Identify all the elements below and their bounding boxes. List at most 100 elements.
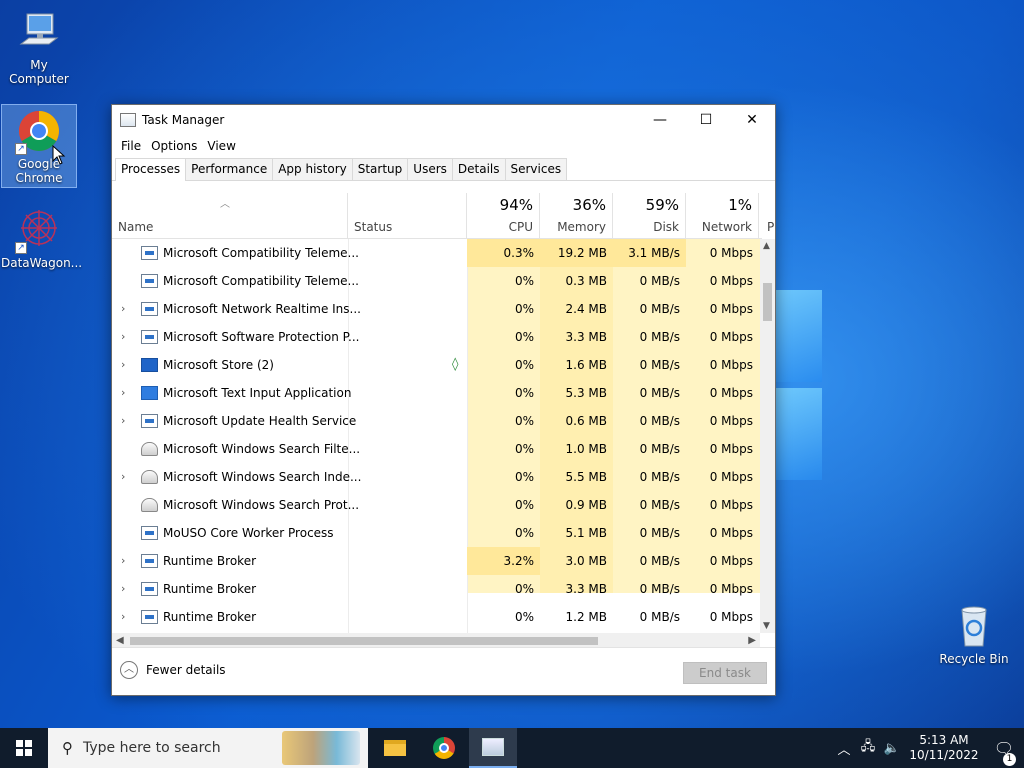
tab-startup[interactable]: Startup <box>351 158 409 180</box>
process-cpu: 0% <box>514 470 534 484</box>
tab-app-history[interactable]: App history <box>272 158 353 180</box>
maximize-button[interactable]: ☐ <box>683 105 729 135</box>
notification-button[interactable]: 🗨 1 <box>984 739 1024 766</box>
column-header-status[interactable]: Status <box>348 193 467 238</box>
taskbar-file-explorer[interactable] <box>371 728 419 768</box>
task-manager-window[interactable]: Task Manager — ☐ ✕ File Options View Pro… <box>111 104 776 696</box>
vertical-scroll-thumb[interactable] <box>763 283 772 321</box>
process-network: 0 Mbps <box>709 386 753 400</box>
desktop-icon-google-chrome[interactable]: ↗ Google Chrome <box>1 104 77 188</box>
column-header-network[interactable]: 1% Network <box>686 193 759 238</box>
fewer-details-button[interactable]: ︿ Fewer details <box>120 661 226 679</box>
process-disk: 0 MB/s <box>639 498 680 512</box>
column-header-power-partial[interactable]: P <box>759 193 775 238</box>
scroll-up-icon[interactable]: ▲ <box>763 241 770 251</box>
scroll-left-icon[interactable]: ◀ <box>116 633 124 648</box>
column-header-disk[interactable]: 59% Disk <box>613 193 686 238</box>
network-icon[interactable]: 🖧 <box>856 737 880 759</box>
process-row[interactable]: › Microsoft Network Realtime Ins... 0% 2.4 … <box>112 295 762 323</box>
process-row[interactable]: Microsoft Compatibility Teleme... 0.3% 19.… <box>112 239 762 267</box>
horizontal-scroll-thumb[interactable] <box>130 637 598 645</box>
process-name: Microsoft Software Protection P... <box>163 330 360 344</box>
process-row[interactable]: › Microsoft Store (2) ◊ 0% 1.6 MB 0 MB/s 0 Mbp… <box>112 351 762 379</box>
expand-chevron-icon[interactable]: › <box>121 603 125 631</box>
taskbar: ⚲ Type here to search ︿ 🖧 🔈 5:13 AM 10/1… <box>0 728 1024 768</box>
volume-icon[interactable]: 🔈 <box>880 741 904 756</box>
menu-view[interactable]: View <box>202 139 240 153</box>
process-cpu: 0% <box>514 302 534 316</box>
close-button[interactable]: ✕ <box>729 105 775 135</box>
desktop-icon-my-computer[interactable]: My Computer <box>1 8 77 86</box>
column-header-name[interactable]: ︿ Name <box>112 193 348 238</box>
menu-file[interactable]: File <box>116 139 146 153</box>
process-icon <box>141 526 158 540</box>
taskbar-chrome[interactable] <box>420 728 468 768</box>
process-memory: 0.9 MB <box>565 498 607 512</box>
scroll-right-icon[interactable]: ▶ <box>748 633 756 648</box>
process-name: Runtime Broker <box>163 582 257 596</box>
expand-chevron-icon[interactable]: › <box>121 547 125 575</box>
tab-processes[interactable]: Processes <box>115 158 187 181</box>
tab-details[interactable]: Details <box>451 158 506 180</box>
column-header-cpu[interactable]: 94% CPU <box>467 193 540 238</box>
task-manager-icon <box>120 113 136 127</box>
process-memory: 3.0 MB <box>565 554 607 568</box>
start-button[interactable] <box>0 728 48 768</box>
clock[interactable]: 5:13 AM 10/11/2022 <box>904 733 984 763</box>
footer: ︿ Fewer details End task <box>112 647 775 695</box>
process-row[interactable]: MoUSO Core Worker Process 0% 5.1 MB 0 MB/s 0… <box>112 519 762 547</box>
tab-performance[interactable]: Performance <box>185 158 274 180</box>
process-row[interactable]: › Microsoft Windows Search Inde... 0% 5.5 M… <box>112 463 762 491</box>
task-manager-icon <box>482 738 504 756</box>
desktop-icon-recycle-bin[interactable]: Recycle Bin <box>936 602 1012 666</box>
process-memory: 19.2 MB <box>540 239 613 267</box>
vertical-scrollbar[interactable]: ▲ ▼ <box>760 239 775 633</box>
menu-options[interactable]: Options <box>146 139 202 153</box>
minimize-button[interactable]: — <box>637 105 683 135</box>
chevron-up-icon[interactable]: ︿ <box>832 739 856 758</box>
process-row[interactable]: › Microsoft Text Input Application 0% 5.3 M… <box>112 379 762 407</box>
expand-chevron-icon[interactable]: › <box>121 323 125 351</box>
process-memory: 1.0 MB <box>565 442 607 456</box>
process-row[interactable]: › Runtime Broker 0% 3.3 MB 0 MB/s 0 Mbps <box>112 575 762 603</box>
process-row[interactable]: Microsoft Windows Search Prot... 0% 0.9 MB… <box>112 491 762 519</box>
recycle-bin-icon <box>950 602 998 650</box>
mouse-cursor-icon <box>52 145 66 165</box>
scroll-down-icon[interactable]: ▼ <box>763 621 770 631</box>
taskbar-search-box[interactable]: ⚲ Type here to search <box>48 728 368 768</box>
expand-chevron-icon[interactable]: › <box>121 379 125 407</box>
process-network: 0 Mbps <box>709 358 753 372</box>
column-header-memory[interactable]: 36% Memory <box>540 193 613 238</box>
process-row[interactable]: › Runtime Broker 0% 1.2 MB 0 MB/s 0 Mbps <box>112 603 762 631</box>
process-row[interactable]: › Microsoft Update Health Service 0% 0.6 MB… <box>112 407 762 435</box>
process-disk: 0 MB/s <box>639 554 680 568</box>
expand-chevron-icon[interactable]: › <box>121 351 125 379</box>
end-task-button[interactable]: End task <box>683 662 767 684</box>
title-bar[interactable]: Task Manager — ☐ ✕ <box>112 105 775 135</box>
process-cpu: 3.2% <box>467 547 540 575</box>
desktop-icon-datawagon[interactable]: ↗ DataWagon... <box>1 206 82 270</box>
process-disk: 0 MB/s <box>639 610 680 624</box>
process-memory: 0.3 MB <box>565 274 607 288</box>
expand-chevron-icon[interactable]: › <box>121 295 125 323</box>
process-row[interactable]: Microsoft Windows Search Filte... 0% 1.0 M… <box>112 435 762 463</box>
horizontal-scrollbar[interactable]: ◀ ▶ <box>112 633 760 648</box>
shortcut-arrow-icon: ↗ <box>15 242 27 254</box>
process-name: Microsoft Windows Search Inde... <box>163 470 362 484</box>
process-icon <box>141 358 158 372</box>
process-name: Runtime Broker <box>163 554 257 568</box>
process-row[interactable]: › Microsoft Software Protection P... 0% 3.3… <box>112 323 762 351</box>
process-row[interactable]: Microsoft Compatibility Teleme... 0% 0.3 M… <box>112 267 762 295</box>
process-grid: ︿ Name Status 94% CPU 36% Memory 59% Dis… <box>112 193 775 648</box>
process-row[interactable]: › Runtime Broker 3.2% 3.0 MB 0 MB/s 0 Mbps <box>112 547 762 575</box>
windows-logo-pane <box>776 290 822 382</box>
process-name: Microsoft Windows Search Prot... <box>163 498 360 512</box>
tab-services[interactable]: Services <box>504 158 568 180</box>
datawagon-icon: ↗ <box>15 206 63 254</box>
taskbar-task-manager[interactable] <box>469 728 517 768</box>
shortcut-arrow-icon: ↗ <box>15 143 27 155</box>
expand-chevron-icon[interactable]: › <box>121 407 125 435</box>
expand-chevron-icon[interactable]: › <box>121 463 125 491</box>
expand-chevron-icon[interactable]: › <box>121 575 125 603</box>
tab-users[interactable]: Users <box>407 158 453 180</box>
